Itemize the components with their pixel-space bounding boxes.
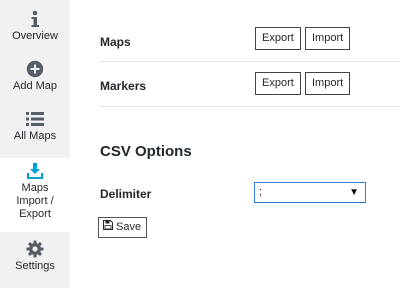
- download-icon: [25, 162, 45, 180]
- maps-export-button[interactable]: Export: [255, 27, 301, 50]
- sidebar-item-add-map[interactable]: Add Map: [0, 60, 70, 100]
- sidebar-item-import-export[interactable]: Maps Import / Export: [0, 158, 70, 232]
- gear-icon: [25, 240, 45, 258]
- sidebar-item-label: All Maps: [13, 130, 57, 142]
- delimiter-select[interactable]: ; ▼: [254, 182, 366, 203]
- save-button[interactable]: Save: [98, 217, 148, 238]
- save-button-label: Save: [116, 221, 142, 233]
- markers-import-button[interactable]: Import: [305, 72, 351, 95]
- maps-row-label: Maps: [100, 35, 131, 49]
- plus-circle-icon: [25, 60, 45, 78]
- delimiter-label: Delimiter: [100, 187, 152, 201]
- sidebar-item-label: Overview: [12, 30, 58, 42]
- sidebar-item-overview[interactable]: Overview: [0, 10, 70, 50]
- chevron-down-icon: ▼: [349, 187, 359, 198]
- maps-import-button[interactable]: Import: [305, 27, 351, 50]
- markers-row-label: Markers: [100, 79, 147, 93]
- csv-options-title: CSV Options: [100, 143, 192, 160]
- sidebar-item-settings[interactable]: Settings: [0, 240, 70, 280]
- sidebar-item-label: Add Map: [12, 80, 58, 92]
- list-icon: [25, 110, 45, 128]
- divider: [100, 61, 400, 62]
- floppy-disk-icon: [103, 218, 113, 237]
- sidebar-item-label: Settings: [15, 260, 55, 272]
- sidebar-item-all-maps[interactable]: All Maps: [0, 110, 70, 150]
- main-content: Maps Export Import Markers Export Import…: [70, 0, 400, 288]
- sidebar: Overview Add Map All Maps Maps Import / …: [0, 0, 70, 288]
- sidebar-item-label: Maps Import / Export: [16, 182, 54, 220]
- markers-export-button[interactable]: Export: [255, 72, 301, 95]
- delimiter-select-value: ;: [259, 186, 263, 198]
- divider: [100, 106, 400, 107]
- info-icon: [25, 10, 45, 28]
